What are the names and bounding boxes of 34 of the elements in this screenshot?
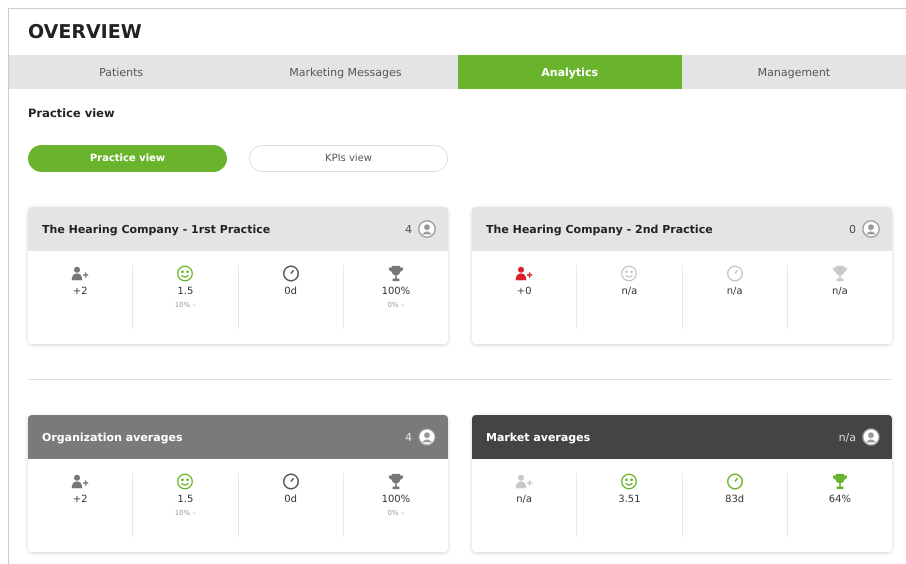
metric-value: 64% [828,494,851,505]
card-title: The Hearing Company - 2nd Practice [486,222,714,236]
patient-count: n/a [838,430,856,444]
section-label: Practice view [27,105,116,122]
metric-value: 83d [725,494,744,505]
patient-count: 0 [849,222,856,236]
metric-value: 1.5 [177,286,194,297]
metric-value: 0d [284,494,297,505]
person-icon [418,220,436,238]
card-title: Market averages [486,430,592,444]
metric-value: 0d [284,286,297,297]
patient-count: 4 [405,222,412,236]
metric-value: 100% [382,494,410,505]
page-title: OVERVIEW [27,20,143,45]
card-title: The Hearing Company - 1rst Practice [42,222,272,236]
metric-value: n/a [832,286,848,297]
metric-value: n/a [621,286,638,297]
metric-value: +2 [72,286,88,297]
nav-tab[interactable]: Management [682,55,906,89]
metric-value: 3.51 [618,494,640,505]
metric-value: n/a [516,494,532,505]
metric-value: 1.5 [177,494,194,505]
view-toggle-button[interactable]: KPIs view [249,145,448,172]
patient-count: 4 [405,430,412,444]
metric-value: n/a [726,286,743,297]
nav-tab[interactable]: Marketing Messages [233,55,458,89]
person-icon [418,428,436,446]
person-icon [862,220,880,238]
metric-value: +2 [72,494,88,505]
metric-value: 100% [382,286,410,297]
person-icon [862,428,880,446]
metric-value: +0 [516,286,532,297]
nav-tab[interactable]: Patients [9,55,234,89]
card-title: Organization averages [42,430,184,444]
